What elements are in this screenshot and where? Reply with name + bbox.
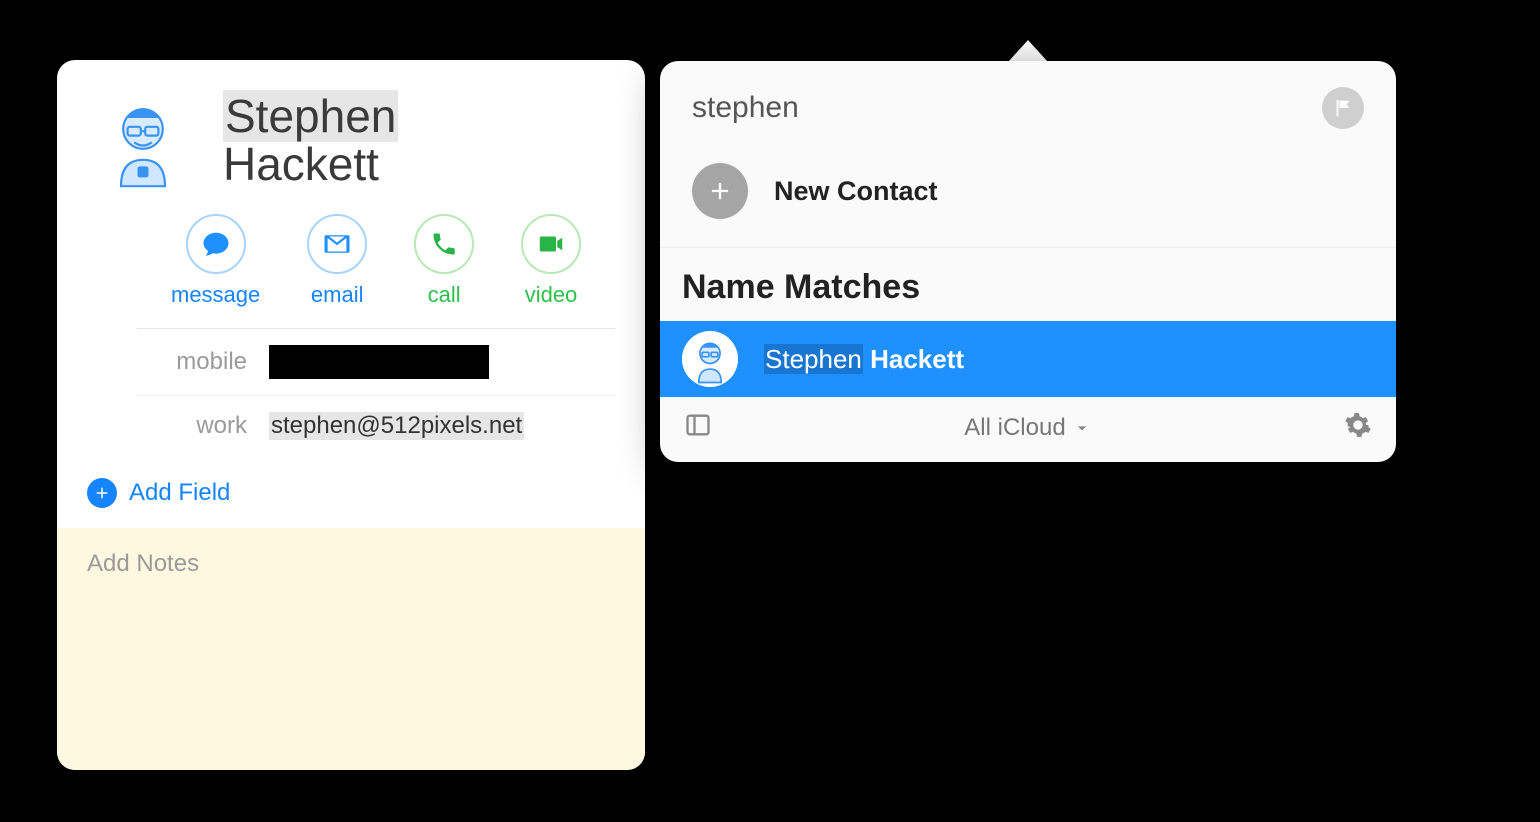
- field-mobile[interactable]: mobile: [137, 329, 615, 396]
- add-field-button[interactable]: Add Field: [57, 456, 645, 528]
- last-name[interactable]: Hackett: [223, 138, 379, 190]
- result-first-name: Stephen: [764, 344, 863, 374]
- call-button[interactable]: call: [414, 214, 474, 308]
- result-last-name: Hackett: [870, 344, 964, 374]
- plus-icon: [87, 478, 117, 508]
- add-field-label: Add Field: [129, 479, 230, 507]
- field-label: mobile: [137, 348, 247, 376]
- group-selector[interactable]: All iCloud: [964, 414, 1091, 442]
- contact-card: Stephen Hackett message email call: [57, 60, 645, 770]
- settings-button[interactable]: [1344, 411, 1372, 444]
- call-label: call: [428, 282, 461, 308]
- new-contact-button[interactable]: New Contact: [660, 149, 1396, 247]
- field-label: work: [137, 412, 247, 440]
- phone-icon: [414, 214, 474, 274]
- contact-fields: mobile work stephen@512pixels.net: [57, 329, 645, 456]
- popover-body: New Contact Name Matches Stephen Hackett: [660, 61, 1396, 462]
- contact-header: Stephen Hackett: [57, 60, 645, 200]
- message-label: message: [171, 282, 260, 308]
- notes-area[interactable]: Add Notes: [57, 528, 645, 770]
- group-label: All iCloud: [964, 414, 1065, 442]
- notes-placeholder: Add Notes: [87, 550, 199, 577]
- popover-pointer-icon: [1008, 40, 1048, 62]
- sidebar-toggle-button[interactable]: [684, 411, 712, 444]
- new-contact-label: New Contact: [774, 176, 938, 207]
- chevron-down-icon: [1072, 418, 1092, 438]
- video-icon: [521, 214, 581, 274]
- result-name: Stephen Hackett: [764, 344, 964, 375]
- contact-actions: message email call video: [137, 200, 615, 329]
- email-label: email: [311, 282, 364, 308]
- sidebar-icon: [684, 411, 712, 439]
- contact-avatar[interactable]: [87, 84, 199, 196]
- message-button[interactable]: message: [171, 214, 260, 308]
- section-title: Name Matches: [660, 247, 1396, 321]
- email-button[interactable]: email: [307, 214, 367, 308]
- first-name[interactable]: Stephen: [223, 90, 398, 142]
- plus-icon: [692, 163, 748, 219]
- search-input[interactable]: [692, 91, 1230, 125]
- video-button[interactable]: video: [521, 214, 581, 308]
- popover-footer: All iCloud: [660, 397, 1396, 462]
- contact-name[interactable]: Stephen Hackett: [223, 92, 398, 189]
- message-icon: [186, 214, 246, 274]
- email-icon: [307, 214, 367, 274]
- flag-icon: [1332, 97, 1354, 119]
- gear-icon: [1344, 411, 1372, 439]
- flag-button[interactable]: [1322, 87, 1364, 129]
- search-result[interactable]: Stephen Hackett: [660, 321, 1396, 397]
- field-work[interactable]: work stephen@512pixels.net: [137, 396, 615, 456]
- mobile-redacted: [269, 345, 489, 379]
- result-avatar: [682, 331, 738, 387]
- selection-pointer-icon: [660, 345, 662, 373]
- search-row: [660, 61, 1396, 149]
- video-label: video: [525, 282, 578, 308]
- avatar-illustration-icon: [682, 331, 738, 387]
- avatar-illustration-icon: [88, 85, 198, 195]
- field-value[interactable]: stephen@512pixels.net: [269, 412, 524, 440]
